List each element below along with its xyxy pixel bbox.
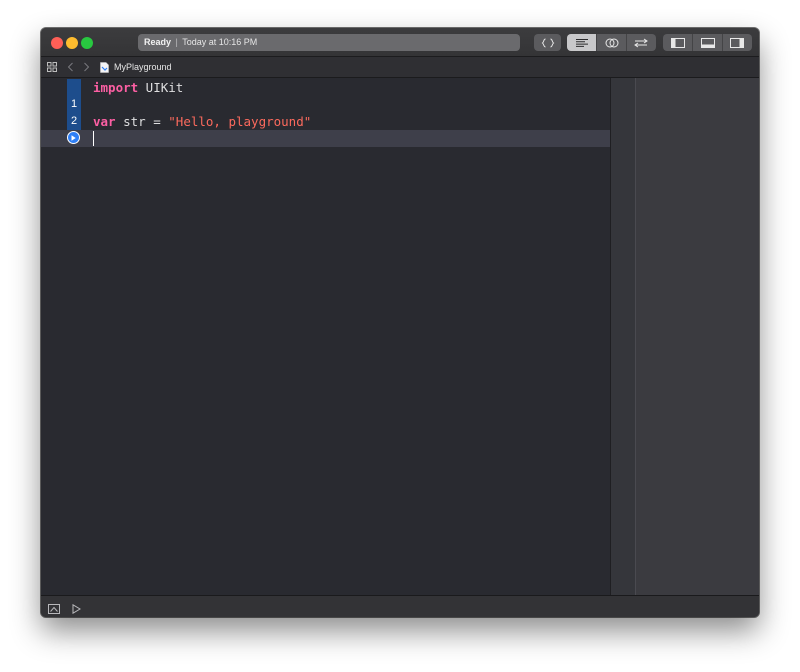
status-separator: | (175, 37, 178, 47)
results-sidebar (610, 78, 759, 595)
debug-bar (41, 595, 759, 617)
keyword-token: import (93, 80, 139, 95)
grid-icon (47, 62, 57, 72)
play-icon (72, 603, 81, 615)
standard-editor-button[interactable] (567, 34, 598, 51)
jump-bar: MyPlayground (41, 57, 759, 78)
code-line[interactable]: 2 (41, 96, 610, 127)
curly-braces-icon (541, 38, 554, 47)
string-literal-token: "Hello, playground" (168, 114, 312, 129)
assistant-editor-icon (605, 38, 618, 47)
inspector-panel-icon (730, 37, 745, 48)
toggle-debug-area-button[interactable] (693, 34, 723, 51)
go-back-button[interactable] (67, 57, 74, 77)
title-bar: Ready | Today at 10:16 PM (41, 28, 759, 57)
code-completion-button[interactable] (534, 34, 561, 51)
version-editor-button[interactable] (627, 34, 656, 51)
status-detail: Today at 10:16 PM (182, 37, 258, 47)
go-forward-button[interactable] (83, 57, 90, 77)
debug-panel-icon (700, 37, 715, 48)
editor-mode-control (567, 34, 656, 51)
toggle-debug-area-bottom-button[interactable] (48, 601, 60, 617)
status-state: Ready (144, 37, 172, 47)
text-cursor (93, 131, 94, 146)
source-editor[interactable]: 1 import UIKit 2 3 var str = "Hello, pla… (41, 78, 610, 595)
code-text: import UIKit (93, 79, 183, 96)
run-to-line-button[interactable] (67, 131, 80, 144)
execute-playground-button[interactable] (72, 601, 81, 617)
panel-toggle-control (663, 34, 752, 51)
version-editor-icon (634, 38, 649, 47)
minimize-window-button[interactable] (66, 37, 78, 49)
plain-token: UIKit (138, 80, 184, 95)
chevron-left-icon (67, 62, 73, 72)
code-text: var str = "Hello, playground" (93, 113, 311, 130)
assistant-editor-button[interactable] (597, 34, 627, 51)
close-window-button[interactable] (51, 37, 63, 49)
code-line[interactable]: 1 import UIKit (41, 79, 610, 110)
current-code-line[interactable] (41, 130, 610, 147)
toggle-navigator-button[interactable] (663, 34, 694, 51)
toggle-inspector-button[interactable] (723, 34, 752, 51)
related-items-button[interactable] (47, 57, 57, 77)
plain-token: str = (115, 114, 169, 129)
xcode-window: Ready | Today at 10:16 PM MyPlayground 1… (41, 28, 759, 617)
zoom-window-button[interactable] (81, 37, 93, 49)
jump-bar-file-item[interactable]: MyPlayground (100, 57, 172, 77)
standard-editor-icon (575, 38, 588, 47)
chevron-right-icon (84, 62, 90, 72)
code-line[interactable]: 3 var str = "Hello, playground" (41, 113, 610, 144)
playground-file-icon (100, 61, 109, 73)
jump-bar-file-name: MyPlayground (114, 62, 172, 72)
play-icon (71, 134, 76, 141)
debug-area-icon (48, 604, 60, 614)
navigator-panel-icon (670, 37, 685, 48)
activity-status-bar: Ready | Today at 10:16 PM (138, 34, 520, 51)
results-gutter (611, 78, 636, 595)
keyword-token: var (93, 114, 116, 129)
